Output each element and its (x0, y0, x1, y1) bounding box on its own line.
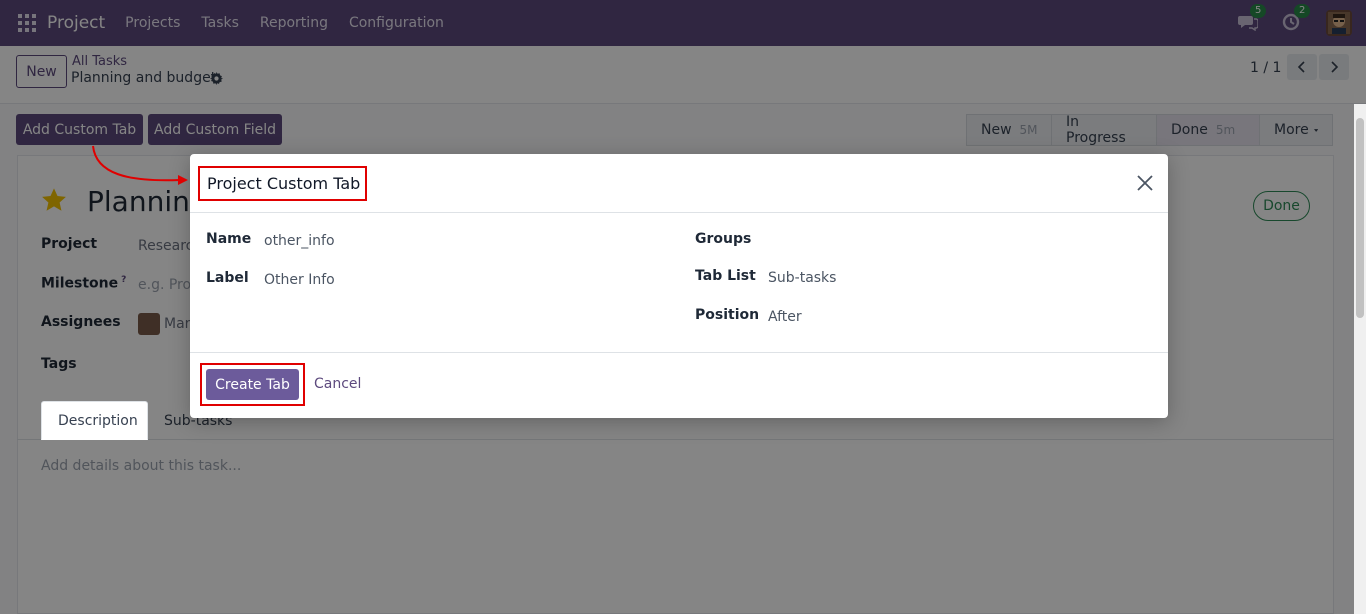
tab-list-field[interactable]: Sub-tasks (768, 270, 836, 286)
tab-list-label: Tab List (695, 268, 756, 284)
annotation-arrow-icon (92, 145, 188, 185)
position-field[interactable]: After (768, 309, 802, 325)
dialog-header: Project Custom Tab (190, 154, 1168, 213)
dialog-title-highlight: Project Custom Tab (198, 166, 367, 201)
create-tab-button[interactable]: Create Tab (206, 369, 299, 400)
cancel-button[interactable]: Cancel (314, 376, 361, 392)
custom-tab-dialog: Project Custom Tab Name other_info Label… (190, 154, 1168, 418)
dialog-title: Project Custom Tab (207, 174, 361, 193)
close-icon[interactable] (1136, 174, 1154, 192)
groups-label: Groups (695, 231, 752, 247)
dialog-footer: Create Tab Cancel (190, 352, 1168, 418)
name-field[interactable]: other_info (264, 233, 335, 249)
label-field[interactable]: Other Info (264, 272, 335, 288)
scrollbar-thumb[interactable] (1356, 118, 1364, 318)
tab-description[interactable]: Description (41, 401, 148, 440)
position-label: Position (695, 307, 760, 323)
groups-field[interactable] (768, 231, 1148, 251)
label-label: Label (206, 270, 249, 286)
name-label: Name (206, 231, 252, 247)
